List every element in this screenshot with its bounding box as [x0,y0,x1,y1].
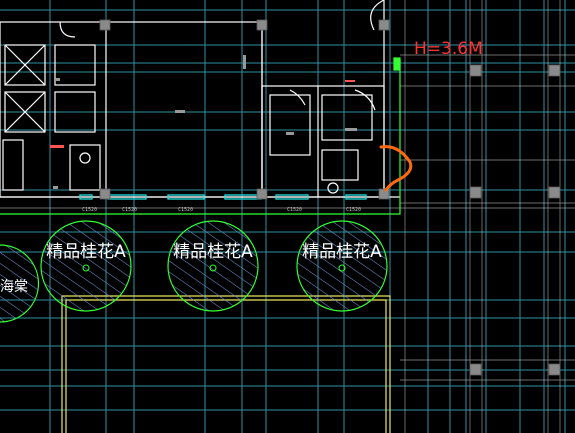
tree-1: 精品桂花A [40,220,132,312]
toilet [327,182,339,194]
tree-label: 精品桂花A [46,242,126,262]
tiny-text [50,145,64,148]
column [378,188,390,200]
toilet [79,152,91,164]
column [256,19,268,31]
site-boundary [0,57,401,215]
main-room-outline [0,21,263,198]
column [469,64,482,77]
window-tag: C1520 [82,207,97,213]
axis-grid [0,0,575,433]
building-walls [0,0,400,198]
green-boundary-line [0,60,401,215]
planting-bed-inner [65,299,387,433]
window-tag: C1520 [287,207,302,213]
window-tag: C1520 [346,207,361,213]
desk [69,144,101,191]
tree-label: 精品桂花A [302,242,382,262]
cad-floor-plan-canvas: C1520 C1520 C1520 C1520 C1520 精品桂花A 精品桂花… [0,0,575,433]
sink [321,149,359,181]
door-swing [59,21,76,38]
orange-hand-mark [379,145,413,192]
tiny-text [243,55,246,69]
column [99,188,111,200]
window-tag: C1520 [178,207,193,213]
tiny-text [55,78,60,81]
door-swing [289,89,306,106]
tree-3: 精品桂花A [296,220,388,312]
column [548,186,561,199]
tiny-text [286,132,294,135]
bed-furniture [54,44,96,86]
edge-tree-label: 海棠 [0,279,28,295]
tree-canopy [167,220,259,312]
planting-bed-outer [61,295,391,433]
column [548,64,561,77]
tiny-text [175,110,185,113]
column [469,363,482,376]
planting-bed [61,295,391,433]
column [256,188,268,200]
column [378,19,390,31]
tiny-annotations [50,55,357,189]
tree-canopy [40,220,132,312]
tiny-text [345,80,355,82]
tiny-text [53,186,58,189]
wardrobe [2,139,24,191]
column [99,19,111,31]
tree-2: 精品桂花A [167,220,259,312]
shower [321,94,373,141]
tree-canopy [296,220,388,312]
tiny-text [345,128,357,131]
height-annotation: H=3.6M [414,39,483,59]
tree-label: 精品桂花A [173,242,253,262]
column [469,186,482,199]
column [548,363,561,376]
right-drafting-lines [0,0,575,433]
green-marker [393,57,401,71]
tree-partial-left: 海棠 [0,244,40,323]
window-tag: C1520 [122,207,137,213]
